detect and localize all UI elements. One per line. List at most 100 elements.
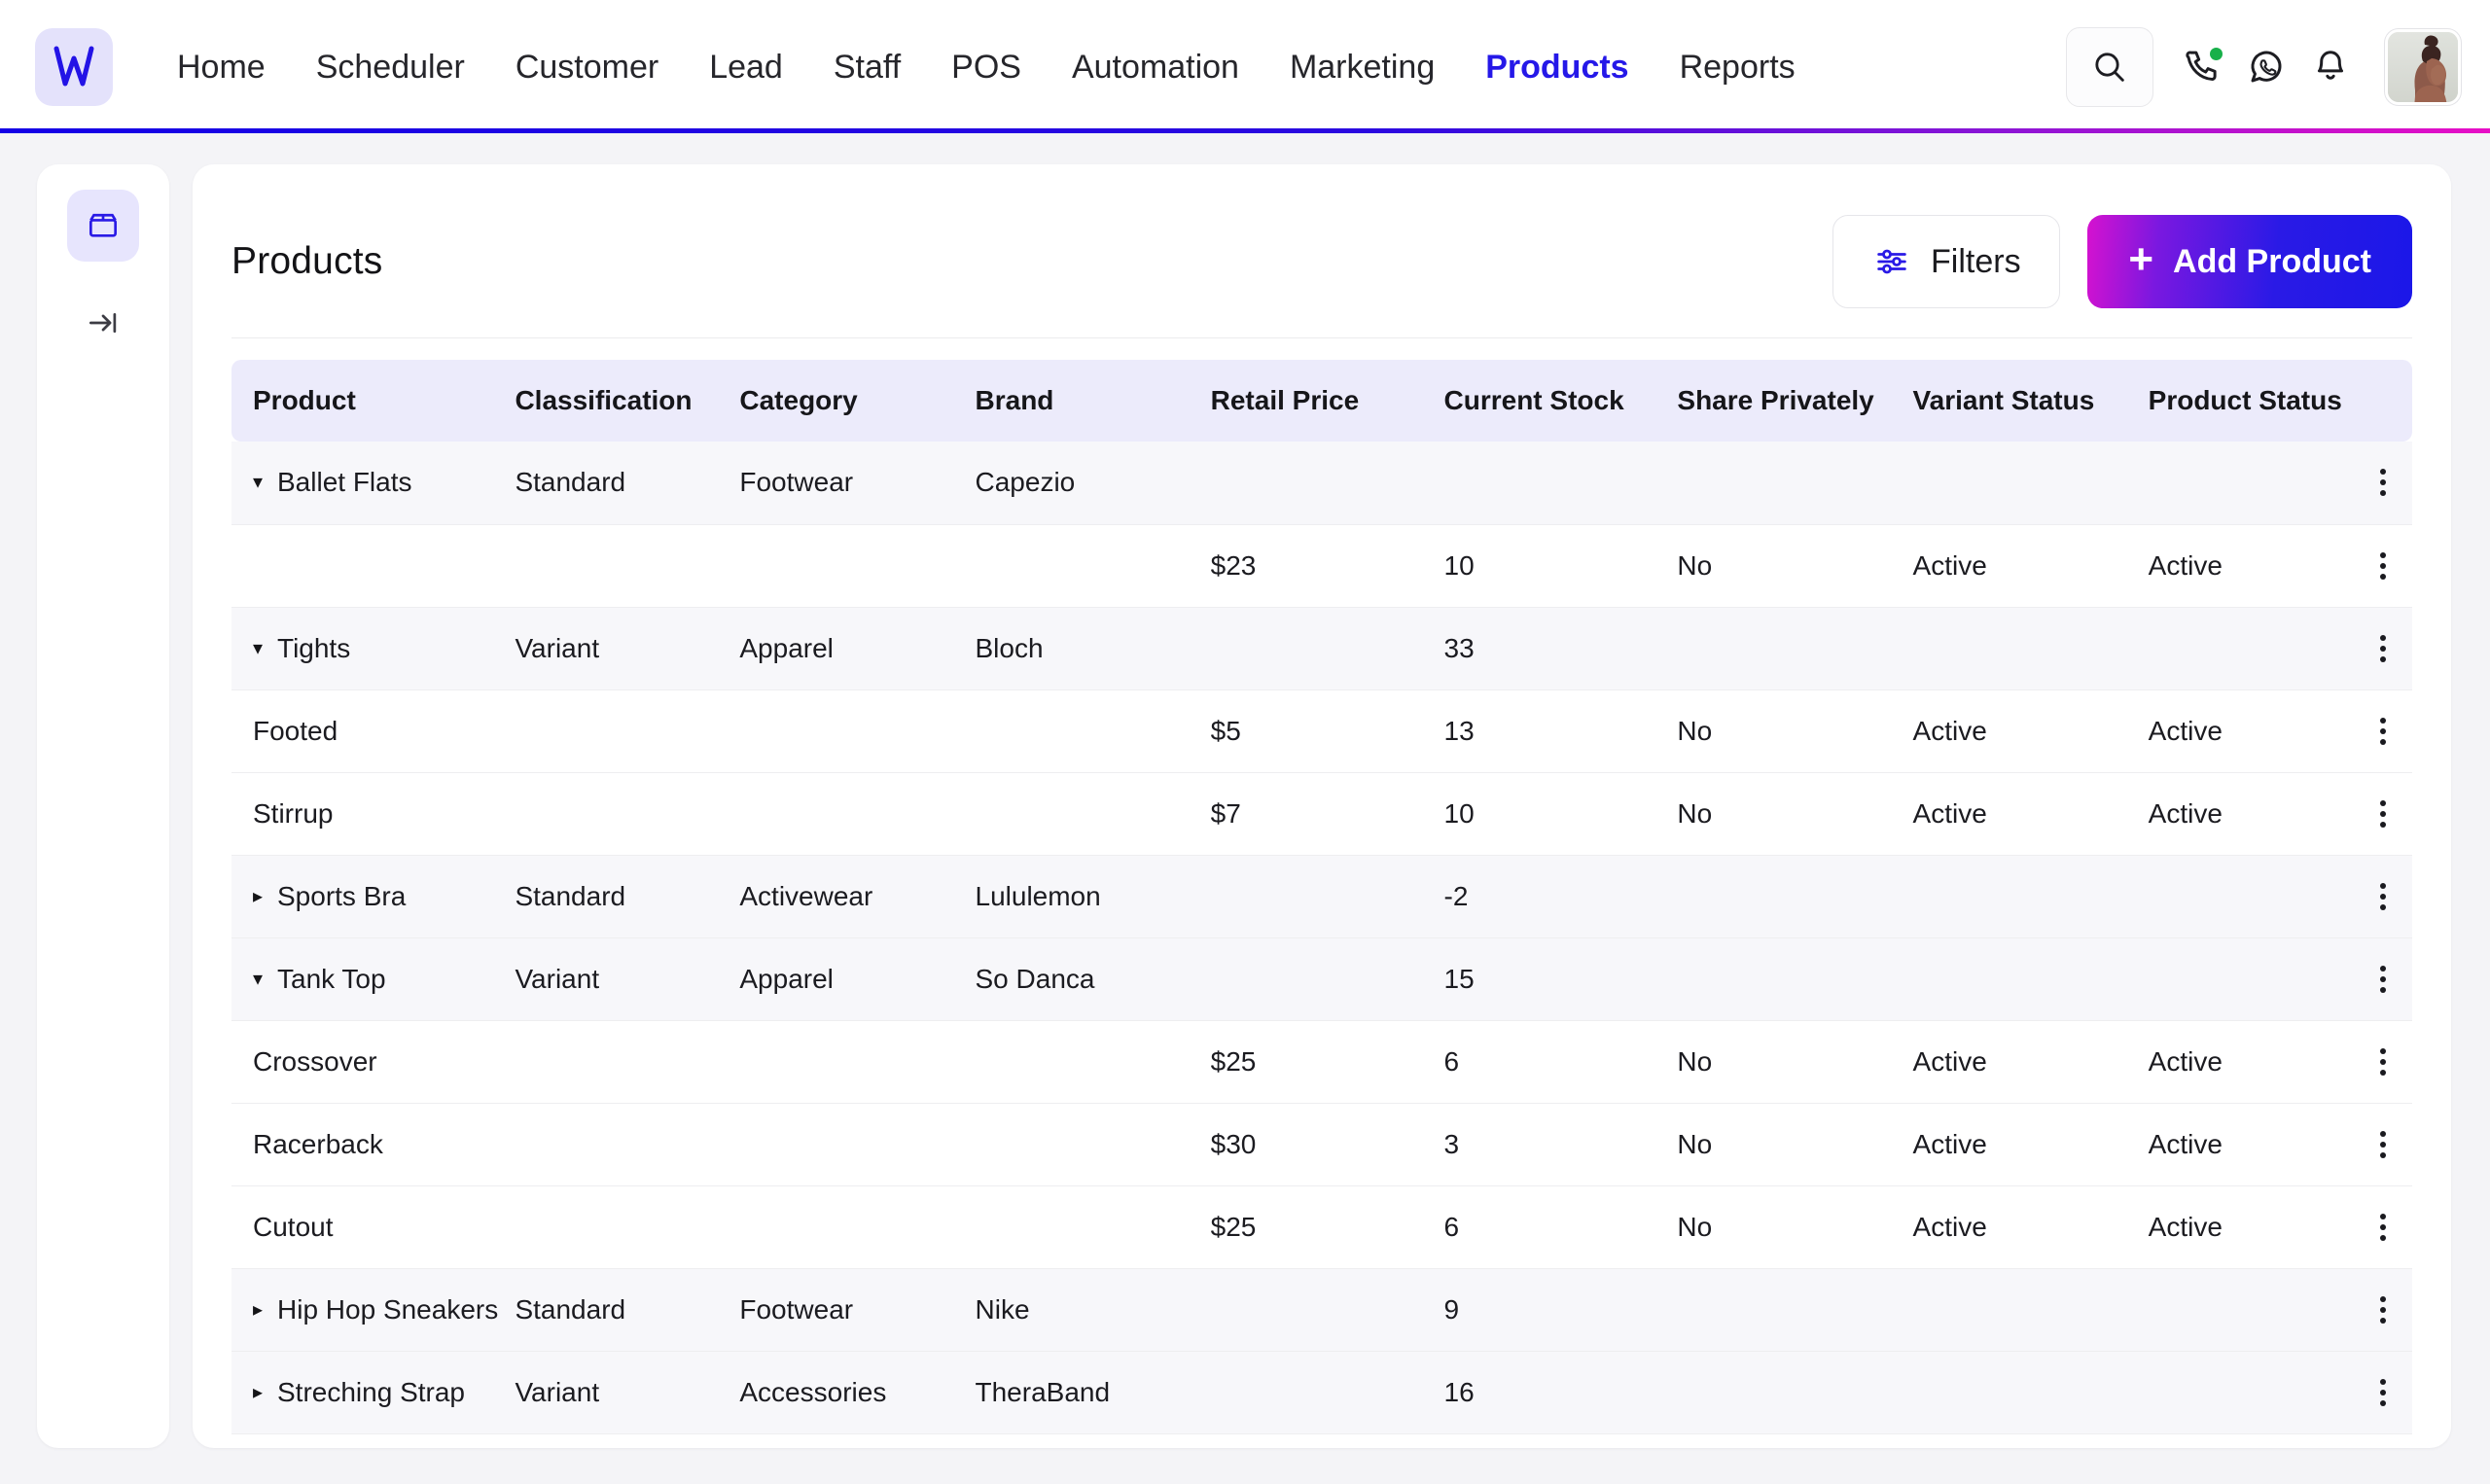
row-more-options-icon[interactable] bbox=[2373, 717, 2412, 745]
table-row[interactable]: $23 10 No Active Active bbox=[231, 524, 2412, 608]
cell-current-stock: 15 bbox=[1443, 937, 1678, 1021]
column-header-product[interactable]: Product bbox=[231, 360, 516, 442]
table-row[interactable]: Crossover $25 6 No Active Active bbox=[231, 1020, 2412, 1104]
box-icon bbox=[89, 213, 118, 237]
table-row[interactable]: ▸ Sports Bra Standard Activewear Lululemon -2 bbox=[231, 855, 2412, 938]
cell-current-stock: 13 bbox=[1443, 689, 1678, 773]
table-row[interactable]: ▾ Ballet Flats Standard Footwear Capezio bbox=[231, 442, 2412, 525]
left-rail bbox=[37, 164, 169, 1448]
nav-item-home[interactable]: Home bbox=[152, 51, 291, 84]
row-more-options-icon[interactable] bbox=[2373, 551, 2412, 580]
column-header-brand[interactable]: Brand bbox=[975, 360, 1211, 442]
cell-row-actions bbox=[2346, 689, 2412, 773]
table-row[interactable]: Footed $5 13 No Active Active bbox=[231, 689, 2412, 773]
cell-share-privately bbox=[1677, 1268, 1913, 1352]
nav-item-reports[interactable]: Reports bbox=[1654, 51, 1821, 84]
table-row[interactable]: Cutout $25 6 No Active Active bbox=[231, 1185, 2412, 1269]
user-avatar[interactable] bbox=[2385, 28, 2461, 105]
nav-item-lead[interactable]: Lead bbox=[684, 51, 808, 84]
cell-row-actions bbox=[2346, 442, 2412, 525]
cell-variant-status bbox=[1912, 855, 2149, 938]
column-header-current-stock[interactable]: Current Stock bbox=[1443, 360, 1678, 442]
cell-row-actions bbox=[2346, 772, 2412, 856]
filters-button[interactable]: Filters bbox=[1832, 215, 2061, 308]
table-row[interactable]: ▾ Tights Variant Apparel Bloch 33 bbox=[231, 607, 2412, 690]
row-more-options-icon[interactable] bbox=[2373, 965, 2412, 993]
cell-current-stock: 6 bbox=[1443, 1020, 1678, 1104]
cell-product: Crossover bbox=[231, 1020, 516, 1104]
nav-item-scheduler[interactable]: Scheduler bbox=[291, 51, 490, 84]
table-row[interactable]: ▸ Streching Strap Variant Accessories TheraB… bbox=[231, 1351, 2412, 1434]
table-row[interactable]: Stirrup $7 10 No Active Active bbox=[231, 772, 2412, 856]
cell-product: ▸ Sports Bra bbox=[231, 855, 516, 938]
rail-item-collapse-panel[interactable] bbox=[67, 287, 139, 359]
nav-item-pos[interactable]: POS bbox=[926, 51, 1047, 84]
notifications-button[interactable] bbox=[2309, 46, 2352, 88]
cell-classification bbox=[515, 524, 740, 608]
row-more-options-icon[interactable] bbox=[2373, 469, 2412, 497]
search-button[interactable] bbox=[2066, 26, 2153, 107]
collapse-panel-icon bbox=[89, 312, 117, 334]
product-name: Sports Bra bbox=[277, 880, 407, 911]
cell-category bbox=[739, 772, 976, 856]
cell-category: Apparel bbox=[739, 607, 976, 690]
cell-classification bbox=[515, 1103, 740, 1186]
cell-classification: Variant bbox=[515, 607, 740, 690]
nav-item-products[interactable]: Products bbox=[1460, 51, 1654, 84]
nav-item-automation[interactable]: Automation bbox=[1047, 51, 1264, 84]
row-more-options-icon[interactable] bbox=[2373, 1378, 2412, 1406]
row-more-options-icon[interactable] bbox=[2373, 882, 2412, 910]
column-header-share-privately[interactable]: Share Privately bbox=[1677, 360, 1913, 442]
product-name: Crossover bbox=[253, 1045, 377, 1077]
caret-down-icon[interactable]: ▾ bbox=[253, 970, 268, 989]
table-row[interactable]: ▸ Hip Hop Sneakers Standard Footwear Nike 9 bbox=[231, 1268, 2412, 1352]
row-more-options-icon[interactable] bbox=[2373, 1213, 2412, 1241]
plus-icon: + bbox=[2128, 235, 2154, 283]
row-more-options-icon[interactable] bbox=[2373, 634, 2412, 662]
caret-down-icon[interactable]: ▾ bbox=[253, 473, 268, 492]
caret-right-icon[interactable]: ▸ bbox=[253, 1300, 268, 1320]
cell-share-privately: No bbox=[1677, 1185, 1913, 1269]
table-row[interactable]: ▾ Tank Top Variant Apparel So Danca 15 bbox=[231, 937, 2412, 1021]
rail-item-products[interactable] bbox=[67, 190, 139, 262]
column-header-retail-price[interactable]: Retail Price bbox=[1210, 360, 1444, 442]
brand-logo[interactable] bbox=[35, 27, 113, 106]
cell-product-status: Active bbox=[2148, 524, 2347, 608]
cell-row-actions bbox=[2346, 1351, 2412, 1434]
cell-current-stock: 10 bbox=[1443, 772, 1678, 856]
cell-variant-status bbox=[1912, 1351, 2149, 1434]
caret-down-icon[interactable]: ▾ bbox=[253, 639, 268, 658]
cell-category bbox=[739, 1020, 976, 1104]
row-more-options-icon[interactable] bbox=[2373, 1130, 2412, 1158]
row-more-options-icon[interactable] bbox=[2373, 1047, 2412, 1076]
caret-right-icon[interactable]: ▸ bbox=[253, 1383, 268, 1402]
column-header-variant-status[interactable]: Variant Status bbox=[1912, 360, 2149, 442]
cell-brand bbox=[975, 524, 1211, 608]
search-icon bbox=[2095, 52, 2124, 82]
column-header-classification[interactable]: Classification bbox=[515, 360, 740, 442]
product-name: Hip Hop Sneakers bbox=[277, 1293, 499, 1325]
whatsapp-button[interactable] bbox=[2245, 46, 2288, 88]
nav-item-staff[interactable]: Staff bbox=[808, 51, 926, 84]
column-header-category[interactable]: Category bbox=[739, 360, 976, 442]
table-row[interactable]: Racerback $30 3 No Active Active bbox=[231, 1103, 2412, 1186]
caret-right-icon[interactable]: ▸ bbox=[253, 887, 268, 906]
cell-category: Apparel bbox=[739, 937, 976, 1021]
cell-variant-status: Active bbox=[1912, 524, 2149, 608]
nav-item-customer[interactable]: Customer bbox=[490, 51, 684, 84]
cell-category bbox=[739, 1103, 976, 1186]
row-more-options-icon[interactable] bbox=[2373, 1295, 2412, 1324]
cell-category bbox=[739, 524, 976, 608]
call-button[interactable] bbox=[2181, 46, 2223, 88]
filters-label: Filters bbox=[1931, 242, 2021, 280]
cell-product-status: Active bbox=[2148, 1103, 2347, 1186]
cell-retail-price: $30 bbox=[1210, 1103, 1444, 1186]
cell-row-actions bbox=[2346, 937, 2412, 1021]
column-header-product-status[interactable]: Product Status bbox=[2148, 360, 2347, 442]
nav-item-marketing[interactable]: Marketing bbox=[1264, 51, 1460, 84]
add-product-button[interactable]: + Add Product bbox=[2087, 215, 2412, 308]
cell-row-actions bbox=[2346, 1103, 2412, 1186]
cell-classification: Variant bbox=[515, 937, 740, 1021]
row-more-options-icon[interactable] bbox=[2373, 799, 2412, 828]
cell-category: Accessories bbox=[739, 1351, 976, 1434]
